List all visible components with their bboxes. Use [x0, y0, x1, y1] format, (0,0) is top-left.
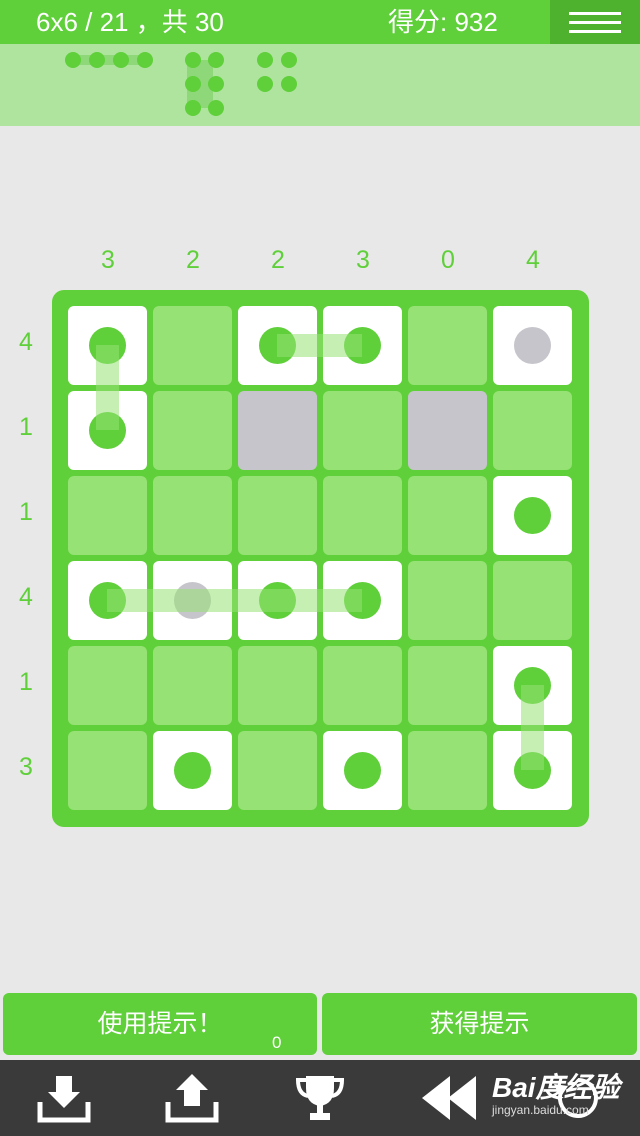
board-cell[interactable]	[408, 476, 487, 555]
use-hint-button[interactable]: 使用提示！	[3, 993, 317, 1055]
board-cell[interactable]	[408, 391, 487, 470]
rewind-icon[interactable]	[420, 1070, 480, 1126]
column-clue: 3	[356, 246, 370, 274]
board-cell[interactable]	[238, 731, 317, 810]
fleet-ship-segment	[208, 100, 224, 116]
board-cell[interactable]	[323, 476, 402, 555]
level-indicator: 6x6 / 21 ，共 30	[36, 7, 224, 37]
board-cell[interactable]	[493, 476, 572, 555]
ship-segment	[514, 497, 551, 534]
board-cell[interactable]	[493, 306, 572, 385]
board-cell[interactable]	[68, 646, 147, 725]
ship-link	[277, 589, 362, 612]
fleet-ship-segment	[257, 76, 273, 92]
top-bar: 6x6 / 21 ，共 30 得分: 932	[0, 0, 640, 44]
fleet-ship-segment	[281, 76, 297, 92]
board-cell[interactable]	[408, 731, 487, 810]
row-clue: 4	[19, 328, 33, 356]
ship-link	[192, 589, 277, 612]
board-cell[interactable]	[153, 476, 232, 555]
fleet-ship-segment	[185, 76, 201, 92]
game-board	[52, 290, 589, 827]
board-cell[interactable]	[238, 646, 317, 725]
fleet-ship-segment	[281, 52, 297, 68]
download-icon[interactable]	[34, 1070, 94, 1126]
menu-line	[569, 30, 621, 33]
fleet-ship-segment	[89, 52, 105, 68]
column-clue: 3	[101, 246, 115, 274]
board-cell[interactable]	[493, 561, 572, 640]
menu-button[interactable]	[550, 0, 640, 44]
board-cell[interactable]	[153, 731, 232, 810]
board-cell[interactable]	[68, 476, 147, 555]
board-cell[interactable]	[238, 476, 317, 555]
row-clue: 3	[19, 753, 33, 781]
column-clue: 4	[526, 246, 540, 274]
ship-link	[73, 55, 145, 65]
fleet-ship-segment	[65, 52, 81, 68]
board-cell[interactable]	[408, 561, 487, 640]
watermark-logo: Bai度经验	[492, 1072, 620, 1103]
board-cell[interactable]	[153, 391, 232, 470]
hint-count: 0	[272, 1033, 282, 1052]
board-cell[interactable]	[408, 646, 487, 725]
board-cell[interactable]	[323, 646, 402, 725]
upload-icon[interactable]	[162, 1070, 222, 1126]
board-cell[interactable]	[493, 391, 572, 470]
fleet-ship-segment	[113, 52, 129, 68]
board-cell[interactable]	[238, 391, 317, 470]
row-clue: 4	[19, 583, 33, 611]
column-clue: 2	[186, 246, 200, 274]
menu-line	[569, 12, 621, 15]
board-cell[interactable]	[323, 391, 402, 470]
fleet-ship-segment	[137, 52, 153, 68]
fleet-ship-segment	[208, 52, 224, 68]
watermark-url: jingyan.baidu.com	[492, 1103, 589, 1117]
board-cell[interactable]	[153, 646, 232, 725]
fleet-ship-segment	[185, 52, 201, 68]
ship-segment	[174, 752, 211, 789]
board-cell[interactable]	[408, 306, 487, 385]
ship-link	[107, 589, 192, 612]
ship-link	[277, 334, 362, 357]
trophy-icon[interactable]	[290, 1070, 350, 1126]
fleet-panel	[0, 44, 640, 126]
score-display: 得分: 932	[388, 7, 498, 37]
get-hints-button[interactable]: 获得提示	[322, 993, 637, 1055]
row-clue: 1	[19, 668, 33, 696]
ship-link	[521, 685, 544, 770]
get-hints-label: 获得提示	[429, 1010, 530, 1038]
row-clue: 1	[19, 413, 33, 441]
use-hint-label: 使用提示！	[97, 1010, 223, 1038]
column-clue: 2	[271, 246, 285, 274]
row-clue: 1	[19, 498, 33, 526]
board-cell[interactable]	[153, 306, 232, 385]
board-cell[interactable]	[323, 731, 402, 810]
board-cell[interactable]	[68, 731, 147, 810]
fleet-ship-segment	[257, 52, 273, 68]
fleet-ship-segment	[208, 76, 224, 92]
ship-link	[96, 345, 119, 430]
column-clue: 0	[441, 246, 455, 274]
fleet-ship-segment	[185, 100, 201, 116]
unknown-segment	[514, 327, 551, 364]
ship-segment	[344, 752, 381, 789]
menu-line	[569, 21, 621, 24]
